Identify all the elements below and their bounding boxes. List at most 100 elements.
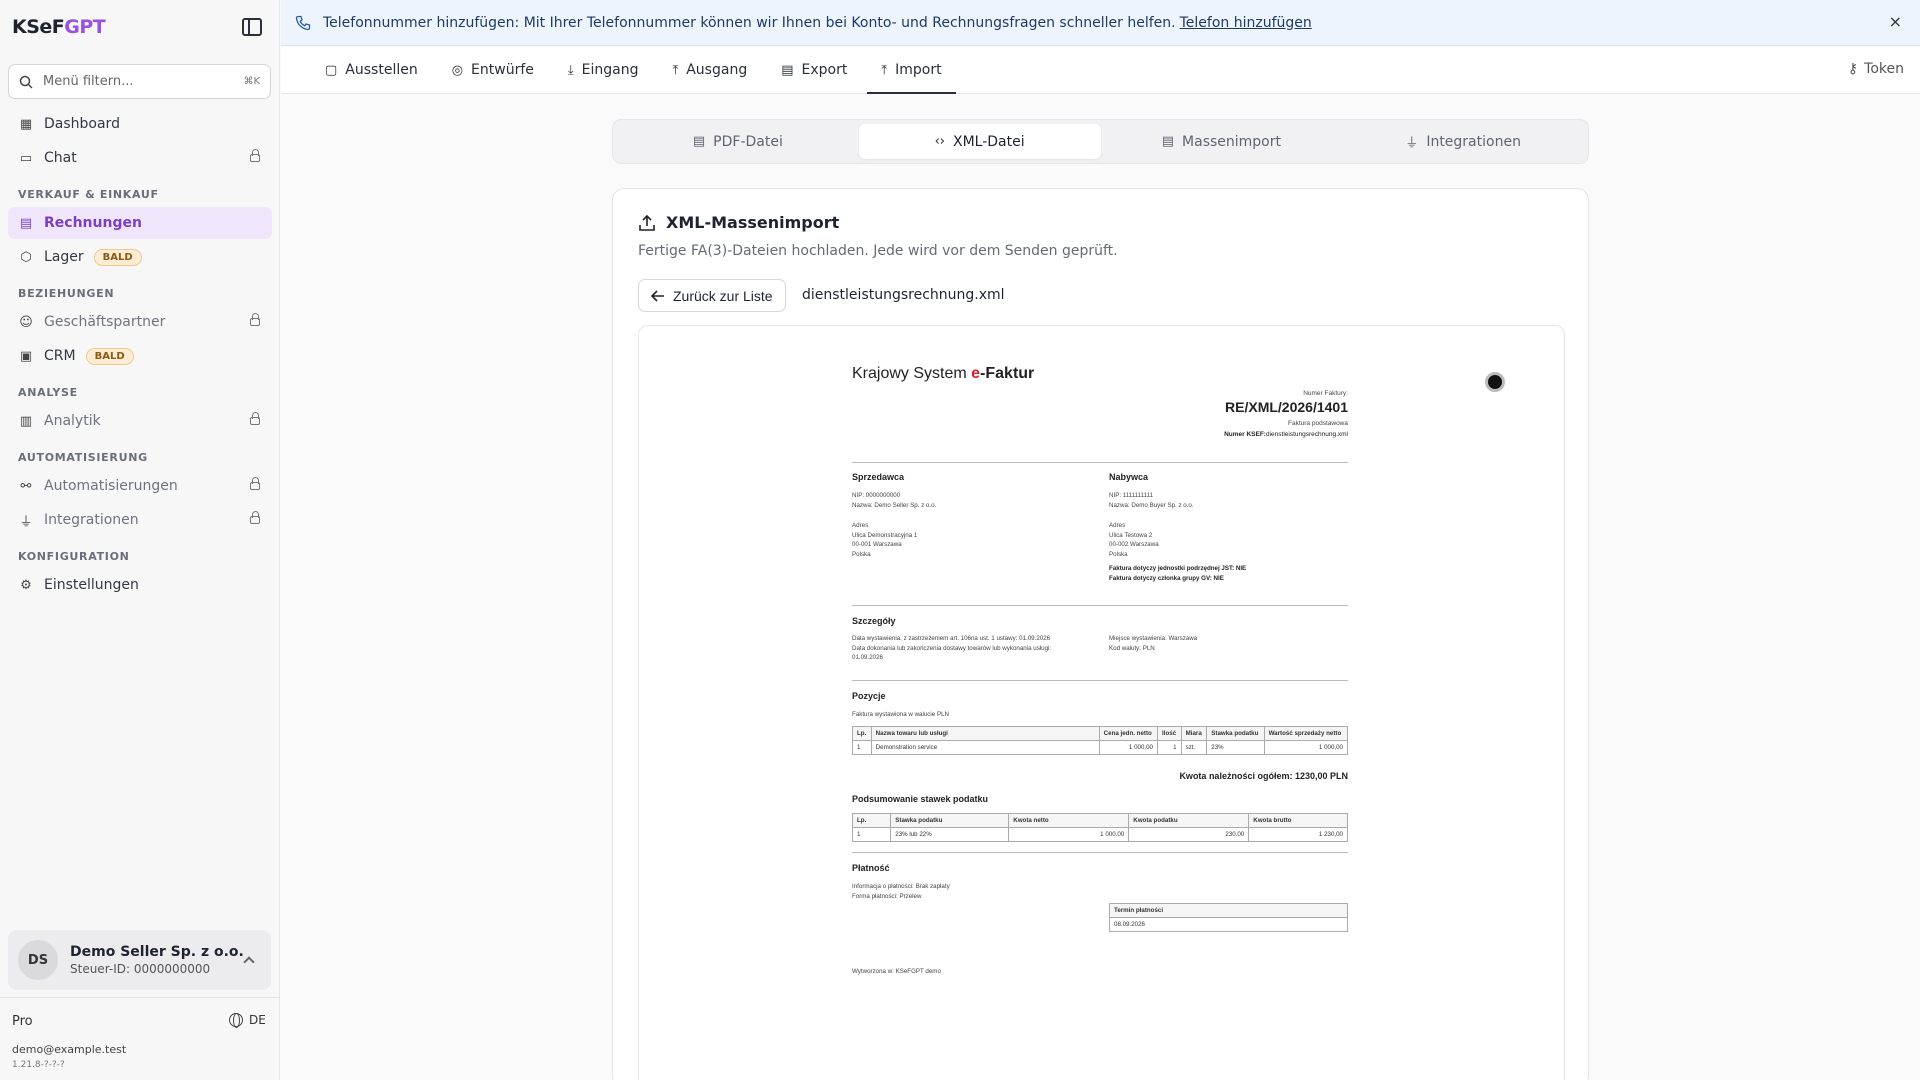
- lock-icon: [250, 511, 260, 524]
- column-header: Kwota podatku: [1128, 813, 1250, 828]
- tax-summary-table: Lp. Stawka podatku Kwota netto Kwota pod…: [851, 813, 1348, 842]
- divider: [852, 852, 1348, 853]
- buyer-note: Faktura dotyczy jednostki podrzędnej JST…: [1109, 565, 1247, 572]
- column-header: Termin płatności: [1109, 903, 1348, 918]
- code-icon: ‹›: [934, 134, 945, 149]
- buyer-name: Nazwa: Demo Buyer Sp. z o.o.: [1109, 501, 1194, 509]
- users-icon: ☺: [19, 314, 33, 330]
- token-button[interactable]: ⚷ Token: [1848, 61, 1904, 77]
- subtab-massenimport[interactable]: ▤ Massenimport: [1101, 124, 1343, 159]
- subtab-xml[interactable]: ‹› XML-Datei: [858, 124, 1101, 159]
- back-to-list-button[interactable]: Zurück zur Liste: [638, 279, 786, 312]
- seller-block: NIP: 0000000000 Nazwa: Demo Seller Sp. z…: [852, 491, 936, 559]
- files-icon: ▤: [1161, 134, 1175, 149]
- buyer-address-line: Polska: [1109, 550, 1128, 558]
- card-title: XML-Massenimport: [638, 213, 839, 232]
- brand-logo[interactable]: KSeFGPT: [12, 16, 106, 38]
- upload-icon: ⤒: [672, 62, 679, 78]
- box-icon: ⬡: [20, 249, 32, 265]
- sidebar-item-automatisierungen[interactable]: ⚯ Automatisierungen: [8, 470, 272, 502]
- divider: [852, 462, 1348, 463]
- sidebar-item-label: Rechnungen: [44, 215, 142, 231]
- sidebar-toggle-icon[interactable]: [242, 18, 262, 36]
- subtab-pdf[interactable]: ▤ PDF-Datei: [617, 124, 859, 159]
- table-cell: 23%: [1206, 740, 1265, 755]
- tab-import[interactable]: ⤒ Import: [867, 47, 956, 94]
- sidebar-item-integrationen[interactable]: ⏚ Integrationen: [8, 504, 272, 536]
- details-heading: Szczegóły: [852, 616, 896, 626]
- tab-entwuerfe[interactable]: ◎ Entwürfe: [438, 47, 548, 93]
- sidebar-item-rechnungen[interactable]: ▤ Rechnungen: [8, 207, 272, 239]
- gear-icon: ⚙: [20, 577, 32, 593]
- tab-ausstellen[interactable]: ▢ Ausstellen: [311, 47, 432, 93]
- subtab-integrationen[interactable]: ⏚ Integrationen: [1342, 124, 1584, 159]
- buyer-heading: Nabywca: [1109, 472, 1149, 482]
- sidebar-item-analytik[interactable]: ▥ Analytik: [8, 405, 272, 437]
- payment-method: Forma płatności: Przelew: [852, 892, 922, 900]
- menu-search[interactable]: ⌘K: [8, 64, 271, 99]
- globe-icon: [229, 1013, 243, 1028]
- buyer-nip: NIP: 1111111111: [1109, 492, 1154, 499]
- sidebar-item-dashboard[interactable]: ▦ Dashboard: [8, 108, 272, 140]
- sidebar-item-chat[interactable]: ▭ Chat: [8, 142, 272, 174]
- invoice-number: RE/XML/2026/1401: [1225, 399, 1348, 415]
- workflow-icon: ⚯: [20, 478, 32, 494]
- sidebar-item-label: Lager: [44, 249, 84, 265]
- tab-eingang[interactable]: ⤓ Eingang: [554, 47, 653, 93]
- table-row: 1 Demonstration service 1 000,00 1 szt. …: [852, 740, 1349, 755]
- sidebar-item-label: Automatisierungen: [44, 478, 178, 494]
- xml-import-card: XML-Massenimport Fertige FA(3)-Dateien h…: [612, 188, 1589, 1080]
- table-row: 1 23% lub 22% 1 000,00 230,00 1 230,00: [851, 827, 1348, 842]
- invoice-type: Faktura podstawowa: [1288, 420, 1348, 427]
- items-currency-note: Faktura wystawiona w walucie PLN: [852, 711, 949, 718]
- sidebar-item-crm[interactable]: ▣ CRM BALD: [8, 340, 272, 372]
- download-icon: ⤓: [567, 62, 574, 78]
- sidebar-item-geschaeftspartner[interactable]: ☺ Geschäftspartner: [8, 306, 272, 338]
- app-version: 1.21.8-?-?-?: [12, 1060, 65, 1070]
- buyer-block: NIP: 1111111111 Nazwa: Demo Buyer Sp. z …: [1109, 491, 1246, 583]
- language-switcher[interactable]: DE: [229, 1013, 266, 1028]
- table-cell: 08.09.2026: [1109, 917, 1348, 932]
- sidebar-item-label: Dashboard: [44, 116, 120, 132]
- table-header-row: Termin płatności: [1109, 903, 1348, 918]
- table-cell: Demonstration service: [870, 740, 1100, 755]
- close-icon[interactable]: ×: [1889, 12, 1902, 31]
- invoice-tabs: ▢ Ausstellen ◎ Entwürfe ⤓ Eingang ⤒ Ausgang …: [281, 47, 1920, 94]
- payment-info: Informacja o płatności: Brak zapłaty For…: [852, 882, 950, 901]
- tab-label: Eingang: [581, 62, 639, 78]
- sidebar-item-lager[interactable]: ⬡ Lager BALD: [8, 241, 272, 273]
- tab-export[interactable]: ▤ Export: [767, 47, 861, 93]
- ksef-value: dienstleistungsrechnung.xml: [1265, 431, 1348, 438]
- chat-icon: ▭: [19, 150, 33, 166]
- record-indicator-icon[interactable]: [1485, 372, 1505, 392]
- tab-ausgang[interactable]: ⤒ Ausgang: [658, 47, 761, 93]
- divider: [0, 997, 280, 998]
- account-switcher[interactable]: DS Demo Seller Sp. z o.o. Steuer-ID: 000…: [8, 930, 271, 990]
- plan-label: Pro: [12, 1014, 33, 1029]
- phone-banner: Telefonnummer hinzufügen: Mit Ihrer Tele…: [281, 0, 1920, 46]
- invoice-preview[interactable]: Krajowy System e-Faktur Numer Faktury: R…: [638, 325, 1565, 1080]
- grid-icon: ▦: [19, 116, 33, 132]
- subtab-label: XML-Datei: [953, 133, 1025, 150]
- table-cell: 1 000,00: [1098, 740, 1159, 755]
- sidebar-item-label: Integrationen: [44, 512, 139, 528]
- file-plus-icon: ▢: [325, 62, 338, 78]
- add-phone-link[interactable]: Telefon hinzufügen: [1180, 15, 1312, 31]
- sidebar-item-label: Geschäftspartner: [44, 314, 166, 330]
- column-header: Stawka podatku: [890, 813, 1010, 828]
- account-tax-id: Steuer-ID: 0000000000: [70, 962, 211, 976]
- tax-summary-heading: Podsumowanie stawek podatku: [852, 794, 989, 804]
- section-title: AUTOMATISIERUNG: [18, 451, 148, 464]
- column-header: Kwota netto: [1008, 813, 1130, 828]
- buyer-address-line: 00-002 Warszawa: [1109, 541, 1159, 548]
- lock-icon: [250, 149, 260, 162]
- sidebar-item-einstellungen[interactable]: ⚙ Einstellungen: [8, 569, 272, 601]
- contact-card-icon: ▣: [19, 348, 33, 364]
- title-suffix: -Faktur: [980, 365, 1035, 382]
- column-header: Lp.: [852, 726, 872, 741]
- menu-search-input[interactable]: [43, 74, 244, 89]
- banner-text: Telefonnummer hinzufügen: Mit Ihrer Tele…: [323, 14, 1176, 31]
- payment-heading: Płatność: [852, 863, 890, 873]
- account-name: Demo Seller Sp. z o.o.: [70, 944, 244, 960]
- search-icon: [19, 75, 33, 89]
